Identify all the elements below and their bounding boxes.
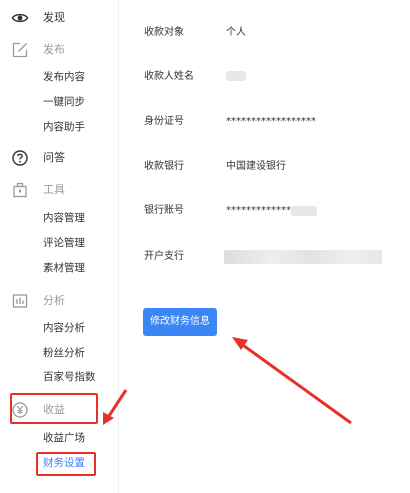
redacted-payee-name	[226, 71, 246, 81]
field-label: 收款对象	[144, 27, 184, 38]
sidebar-item-publish-content[interactable]: 发布内容	[43, 67, 85, 87]
edit-finance-info-button[interactable]: 修改财务信息	[143, 308, 217, 336]
highlight-box-finance-settings	[36, 452, 96, 476]
field-label: 收款人姓名	[144, 71, 194, 82]
sidebar-item-income-plaza[interactable]: 收益广场	[43, 428, 85, 448]
field-label: 银行账号	[144, 205, 184, 216]
field-value: **************	[226, 205, 296, 216]
redacted-branch	[224, 250, 382, 264]
field-value: ******************	[226, 116, 316, 127]
sidebar-group-publish[interactable]: 发布	[0, 37, 118, 63]
highlight-box-income	[10, 393, 98, 424]
sidebar-item-qa-label: 问答	[43, 151, 65, 164]
sidebar-group-analytics[interactable]: 分析	[0, 288, 118, 314]
sidebar-item-qa[interactable]: 问答	[0, 145, 118, 171]
question-icon	[11, 149, 29, 167]
sidebar-item-one-click-sync[interactable]: 一键同步	[43, 92, 85, 112]
chart-icon	[11, 292, 29, 310]
field-label: 收款银行	[144, 161, 184, 172]
sidebar-item-content-management[interactable]: 内容管理	[43, 208, 85, 228]
sidebar-item-content-analytics[interactable]: 内容分析	[43, 318, 85, 338]
field-value: 个人	[226, 27, 246, 38]
sidebar-group-analytics-label: 分析	[43, 294, 65, 307]
sidebar-item-baijiahao-index[interactable]: 百家号指数	[43, 367, 96, 387]
field-value: 中国建设银行	[226, 161, 286, 172]
edit-icon	[11, 41, 29, 59]
sidebar-item-discover-label: 发现	[43, 11, 65, 24]
sidebar-item-comment-management[interactable]: 评论管理	[43, 233, 85, 253]
sidebar-group-tools-label: 工具	[43, 183, 65, 196]
field-label: 开户支行	[144, 251, 184, 262]
eye-icon	[11, 9, 29, 27]
sidebar-item-fans-analytics[interactable]: 粉丝分析	[43, 343, 85, 363]
field-label: 身份证号	[144, 116, 184, 127]
toolbox-icon	[11, 181, 29, 199]
finance-info-panel: 收款对象 个人 收款人姓名 身份证号 ****************** 收款…	[119, 0, 410, 493]
sidebar-item-content-assistant[interactable]: 内容助手	[43, 117, 85, 137]
sidebar-group-tools[interactable]: 工具	[0, 177, 118, 203]
sidebar-item-material-management[interactable]: 素材管理	[43, 258, 85, 278]
redacted-account-tail	[291, 206, 317, 216]
sidebar-item-discover[interactable]: 发现	[0, 5, 118, 31]
sidebar-group-publish-label: 发布	[43, 43, 65, 56]
